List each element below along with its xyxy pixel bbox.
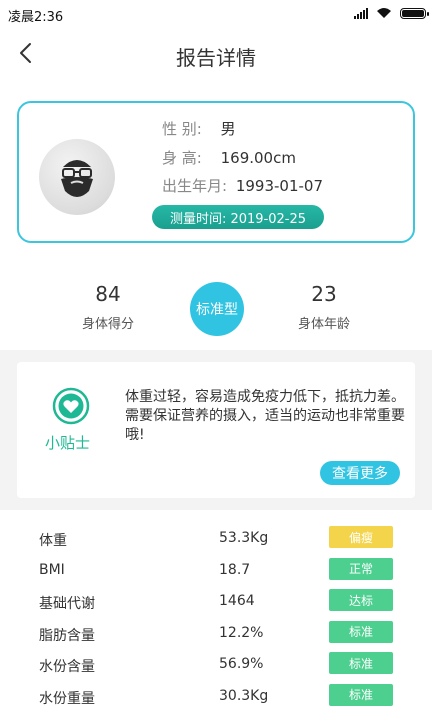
status-badge: 标准 xyxy=(329,620,393,643)
metric-value: 56.9% xyxy=(219,656,264,672)
metric-value: 12.2% xyxy=(219,624,264,641)
battery-icon xyxy=(400,7,429,19)
status-bar: 凌晨2:36 xyxy=(0,0,432,30)
measure-time-pill: 测量时间: 2019-02-25 xyxy=(152,205,324,229)
height-value: 169.00cm xyxy=(220,149,296,167)
view-more-button[interactable]: 查看更多 xyxy=(320,461,400,485)
page-title: 报告详情 xyxy=(176,46,256,70)
age-value: 23 xyxy=(311,282,337,306)
height-label: 身 高: xyxy=(162,149,202,167)
metric-name: BMI xyxy=(39,561,65,578)
heart-icon xyxy=(52,387,90,425)
metric-value: 18.7 xyxy=(219,561,251,578)
status-time: 凌晨2:36 xyxy=(8,10,64,25)
table-row: BMI 18.7 正常 xyxy=(0,557,432,590)
wifi-icon xyxy=(377,8,391,18)
metrics-list: 体重 53.3Kg 偏瘦 BMI 18.7 正常 基础代谢 1464 达标 脂肪… xyxy=(0,526,432,715)
table-row: 基础代谢 1464 达标 xyxy=(0,589,432,621)
avatar xyxy=(39,139,115,215)
metric-name: 基础代谢 xyxy=(39,596,95,612)
status-badge: 标准 xyxy=(329,652,393,674)
tips-label: 小贴士 xyxy=(45,434,91,452)
header: 报告详情 xyxy=(0,30,432,78)
gender-value: 男 xyxy=(220,120,236,138)
metric-name: 水份含量 xyxy=(39,659,95,675)
body-type-badge: 标准型 xyxy=(190,282,244,336)
table-row: 体重 53.3Kg 偏瘦 xyxy=(0,526,432,558)
stats-row: 84 身体得分 标准型 23 身体年龄 xyxy=(0,272,432,348)
gender-label: 性 别: xyxy=(162,120,202,138)
status-badge: 偏瘦 xyxy=(329,526,393,548)
score-label: 身体得分 xyxy=(81,317,134,332)
metric-value: 30.3Kg xyxy=(219,687,269,704)
height-row: 身 高: 169.00cm xyxy=(162,147,296,168)
status-icons xyxy=(354,7,429,19)
metric-name: 水份重量 xyxy=(39,690,95,707)
status-badge: 达标 xyxy=(329,589,393,611)
signal-icon xyxy=(354,7,368,19)
metric-value: 53.3Kg xyxy=(219,530,269,546)
tips-card: 小贴士 体重过轻，容易造成免疫力低下，抵抗力差。需要保证营养的摄入，适当的运动也… xyxy=(17,362,415,498)
gender-row: 性 别: 男 xyxy=(162,118,236,139)
table-row: 脂肪含量 12.2% 标准 xyxy=(0,620,432,653)
avatar-beard-icon xyxy=(61,160,93,197)
table-row: 水份含量 56.9% 标准 xyxy=(0,652,432,684)
status-badge: 标准 xyxy=(329,683,393,706)
profile-card: 性 别: 男 身 高: 169.00cm 出生年月: 1993-01-07 测量… xyxy=(17,101,415,243)
birth-label: 出生年月: xyxy=(162,177,228,195)
tips-text: 体重过轻，容易造成免疫力低下，抵抗力差。需要保证营养的摄入，适当的运动也非常重要… xyxy=(125,389,405,443)
tips-section: 小贴士 体重过轻，容易造成免疫力低下，抵抗力差。需要保证营养的摄入，适当的运动也… xyxy=(0,350,432,510)
table-row: 水份重量 30.3Kg 标准 xyxy=(0,683,432,716)
birth-row: 出生年月: 1993-01-07 xyxy=(162,175,323,196)
score-value: 84 xyxy=(95,282,121,306)
status-badge: 正常 xyxy=(329,557,393,580)
metric-value: 1464 xyxy=(219,593,255,609)
metric-name: 脂肪含量 xyxy=(39,627,95,644)
birth-value: 1993-01-07 xyxy=(235,177,324,195)
metric-name: 体重 xyxy=(39,533,67,549)
age-label: 身体年龄 xyxy=(297,317,350,332)
